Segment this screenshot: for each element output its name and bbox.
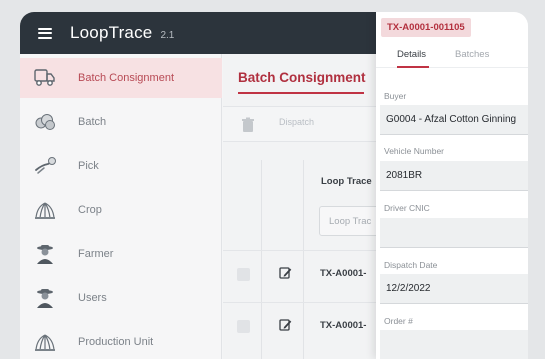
vehicle-number-value: 2081BR [386, 170, 423, 181]
order-number-label: Order # [384, 316, 413, 326]
sidebar-item-users[interactable]: Users [20, 278, 222, 318]
dispatch-date-label: Dispatch Date [384, 260, 438, 270]
app-header: LoopTrace 2.1 [20, 12, 380, 54]
row-checkbox[interactable] [237, 320, 250, 333]
sidebar-item-label: Users [78, 292, 107, 304]
cotton-boll-icon [32, 110, 58, 134]
column-header-loop-trace[interactable]: Loop Trace [321, 176, 372, 187]
active-tab-indicator [397, 66, 429, 68]
toolbar: Dispatch [223, 106, 380, 142]
panel-tabs: Details Batches [376, 40, 528, 68]
sidebar-item-batch-consignment[interactable]: Batch Consignment [20, 58, 222, 98]
app-window: LoopTrace 2.1 Batch Consignment Batch Pi… [20, 12, 528, 359]
row-loop-trace-id: TX-A0001- [320, 268, 367, 279]
production-unit-icon [32, 330, 58, 354]
dispatch-date-value: 12/2/2022 [386, 283, 431, 294]
app-version: 2.1 [160, 29, 175, 41]
record-id-badge: TX-A0001-001105 [381, 18, 471, 37]
table-header: Loop Trace [223, 160, 380, 196]
loop-trace-filter-input[interactable]: Loop Trac [319, 206, 380, 236]
edit-icon[interactable] [279, 318, 292, 332]
sidebar-item-production-unit[interactable]: Production Unit [20, 322, 222, 359]
crop-plant-icon [32, 198, 58, 222]
sidebar-item-crop[interactable]: Crop [20, 190, 222, 230]
delete-icon[interactable] [241, 117, 255, 133]
filter-placeholder: Loop Trac [329, 216, 372, 227]
dispatch-button[interactable]: Dispatch [279, 117, 314, 127]
truck-icon [32, 66, 58, 90]
details-panel: TX-A0001-001105 Details Batches Buyer G0… [376, 12, 528, 359]
sidebar-item-label: Production Unit [78, 336, 154, 348]
driver-cnic-field[interactable] [380, 218, 528, 248]
table-row[interactable]: TX-A0001- [223, 302, 380, 348]
sidebar-item-label: Batch Consignment [78, 72, 174, 84]
page-title-underline [238, 92, 364, 94]
sidebar-item-label: Pick [78, 160, 99, 172]
users-icon [32, 286, 58, 310]
buyer-field[interactable]: G0004 - Afzal Cotton Ginning [380, 105, 528, 135]
buyer-value: G0004 - Afzal Cotton Ginning [386, 114, 517, 125]
picking-hand-icon [32, 154, 58, 178]
buyer-label: Buyer [384, 91, 407, 101]
sidebar-item-farmer[interactable]: Farmer [20, 234, 222, 274]
sidebar: Batch Consignment Batch Pick Crop Farmer [20, 54, 222, 359]
page-title: Batch Consignment [238, 70, 366, 85]
order-number-field[interactable] [380, 330, 528, 359]
tab-batches[interactable]: Batches [455, 49, 489, 60]
sidebar-item-batch[interactable]: Batch [20, 102, 222, 142]
vehicle-number-label: Vehicle Number [384, 146, 445, 156]
row-checkbox[interactable] [237, 268, 250, 281]
edit-icon[interactable] [279, 266, 292, 280]
menu-icon[interactable] [38, 27, 52, 39]
vehicle-number-field[interactable]: 2081BR [380, 161, 528, 191]
app-title: LoopTrace [70, 23, 153, 42]
sidebar-item-label: Farmer [78, 248, 114, 260]
driver-cnic-label: Driver CNIC [384, 203, 430, 213]
tab-details[interactable]: Details [397, 49, 426, 60]
main-content: Batch Consignment Dispatch Loop Trace Lo… [223, 54, 380, 359]
farmer-icon [32, 242, 58, 266]
sidebar-item-pick[interactable]: Pick [20, 146, 222, 186]
table-row[interactable]: TX-A0001- [223, 250, 380, 296]
dispatch-date-field[interactable]: 12/2/2022 [380, 274, 528, 304]
sidebar-item-label: Crop [78, 204, 102, 216]
sidebar-item-label: Batch [78, 116, 107, 128]
row-loop-trace-id: TX-A0001- [320, 320, 367, 331]
